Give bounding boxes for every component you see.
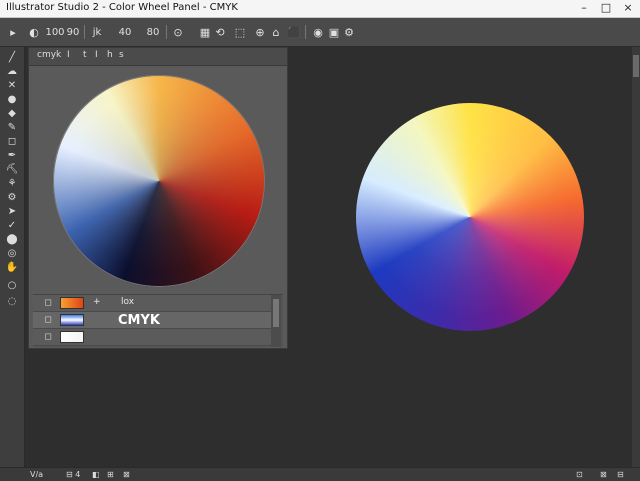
cloud-tool-icon[interactable]: ☁ [4,65,20,77]
status-right-3[interactable]: ⊟ [617,470,624,479]
brush-tool-icon[interactable]: ✎ [4,121,20,133]
canvas-color-wheel[interactable] [356,103,584,331]
zoom-100[interactable]: 100 [45,24,64,40]
frame-icon[interactable]: ⬚ [233,24,247,40]
workspace-scrollbar[interactable] [632,47,640,467]
toolbar-separator [305,25,306,39]
layer-cmyk-label: CMYK [118,313,160,328]
home-icon[interactable]: ⌂ [270,24,282,40]
visibility-icon[interactable]: ◻ [43,315,53,325]
toolbar-separator [166,25,167,39]
target-icon[interactable]: ⊙ [172,24,184,40]
layer-marker: + [93,297,101,307]
label-80[interactable]: 80 [146,24,160,40]
shape-tool-icon[interactable]: ◻ [4,135,20,147]
status-right-1[interactable]: ⊡ [576,470,583,479]
tab-2[interactable]: t [83,50,87,60]
color-panel: cmyk I t I h s ◻ + lox ◻ CMYK ◻ [28,47,288,349]
top-toolbar: ▸ ◐ 100 90 jk 40 80 ⊙ ▦ ⟲ ⬚ ⊕ ⌂ ⬛ ◉ ▣ ⚙ [0,18,640,47]
gear-tool-icon[interactable]: ⚙ [4,191,20,203]
minimize-icon[interactable]: – [578,1,590,14]
layers-scrollbar[interactable] [271,295,281,347]
drop-tool-icon[interactable]: ⬤ [4,233,20,245]
label-40[interactable]: 40 [118,24,132,40]
left-tools-bar: ╱ ☁ ✕ ● ◆ ✎ ◻ ✒ ⛏ ⚘ ⚙ ➤ ✓ ⬤ ◎ ✋ ○ ◌ [0,47,25,467]
eye-tool-icon[interactable]: ◎ [4,247,20,259]
toolbar-contrast-icon[interactable]: ◐ [29,24,39,40]
visibility-icon[interactable]: ◻ [43,332,53,342]
layer-row[interactable]: ◻ [33,329,271,346]
tab-3[interactable]: I [95,50,98,60]
status-item-4: ⊞ [107,470,114,479]
layers-scroll-thumb[interactable] [273,299,279,327]
zoom-90[interactable]: 90 [67,24,80,40]
blob-tool-icon[interactable]: ◌ [4,295,20,307]
layer-swatch [60,297,84,309]
window-title-bar: Illustrator Studio 2 - Color Wheel Panel… [0,0,640,18]
check-tool-icon[interactable]: ✓ [4,219,20,231]
grid-icon[interactable]: ▦ [199,24,211,40]
flame-tool-icon[interactable]: ⚘ [4,177,20,189]
settings-icon[interactable]: ⚙ [343,24,355,40]
window-title: Illustrator Studio 2 - Color Wheel Panel… [6,2,238,13]
panel-tabs: cmyk I t I h s [29,48,287,66]
toolbar-separator [84,25,85,39]
tab-4[interactable]: h [107,50,113,60]
workspace-scroll-thumb[interactable] [633,55,639,77]
status-item-3: ◧ [92,470,100,479]
tab-5[interactable]: s [119,50,124,60]
record-icon[interactable]: ◉ [312,24,324,40]
layer-row[interactable]: ◻ + lox [33,295,271,312]
bucket-tool-icon[interactable]: ⛏ [4,163,20,175]
toolbar-arrow-icon[interactable]: ▸ [8,24,18,40]
square-icon[interactable]: ⬛ [287,24,301,40]
tab-1[interactable]: I [67,50,70,60]
status-item-1: V/a [30,470,44,479]
circle-tool-icon[interactable]: ● [4,93,20,105]
panel-color-wheel[interactable] [53,75,265,287]
layer-row[interactable]: ◻ CMYK [33,312,271,329]
close-icon[interactable]: × [622,1,634,14]
rotate-icon[interactable]: ⟲ [214,24,226,40]
cross-tool-icon[interactable]: ✕ [4,79,20,91]
add-icon[interactable]: ⊕ [254,24,266,40]
pen-tool-icon[interactable]: ✒ [4,149,20,161]
layers-icon[interactable]: ▣ [328,24,340,40]
pointer-tool-icon[interactable]: ➤ [4,205,20,217]
layer-swatch [60,331,84,343]
window-controls: – □ × [578,1,634,14]
status-item-5: ⊠ [123,470,130,479]
label-jk[interactable]: jk [91,24,103,40]
status-item-2: ⊟ 4 [66,470,81,479]
line-tool-icon[interactable]: ╱ [4,51,20,63]
layer-swatch [60,314,84,326]
hand-tool-icon[interactable]: ✋ [4,261,20,273]
status-bar: V/a ⊟ 4 ◧ ⊞ ⊠ ⊡ ⊠ ⊟ [0,467,640,481]
maximize-icon[interactable]: □ [600,1,612,14]
status-right-2[interactable]: ⊠ [600,470,607,479]
layer-name: lox [121,297,135,307]
white-dot-tool-icon[interactable]: ○ [4,279,20,291]
visibility-icon[interactable]: ◻ [43,298,53,308]
gem-tool-icon[interactable]: ◆ [4,107,20,119]
layers-list: ◻ + lox ◻ CMYK ◻ [33,294,283,347]
tab-cmyk[interactable]: cmyk [37,50,61,60]
